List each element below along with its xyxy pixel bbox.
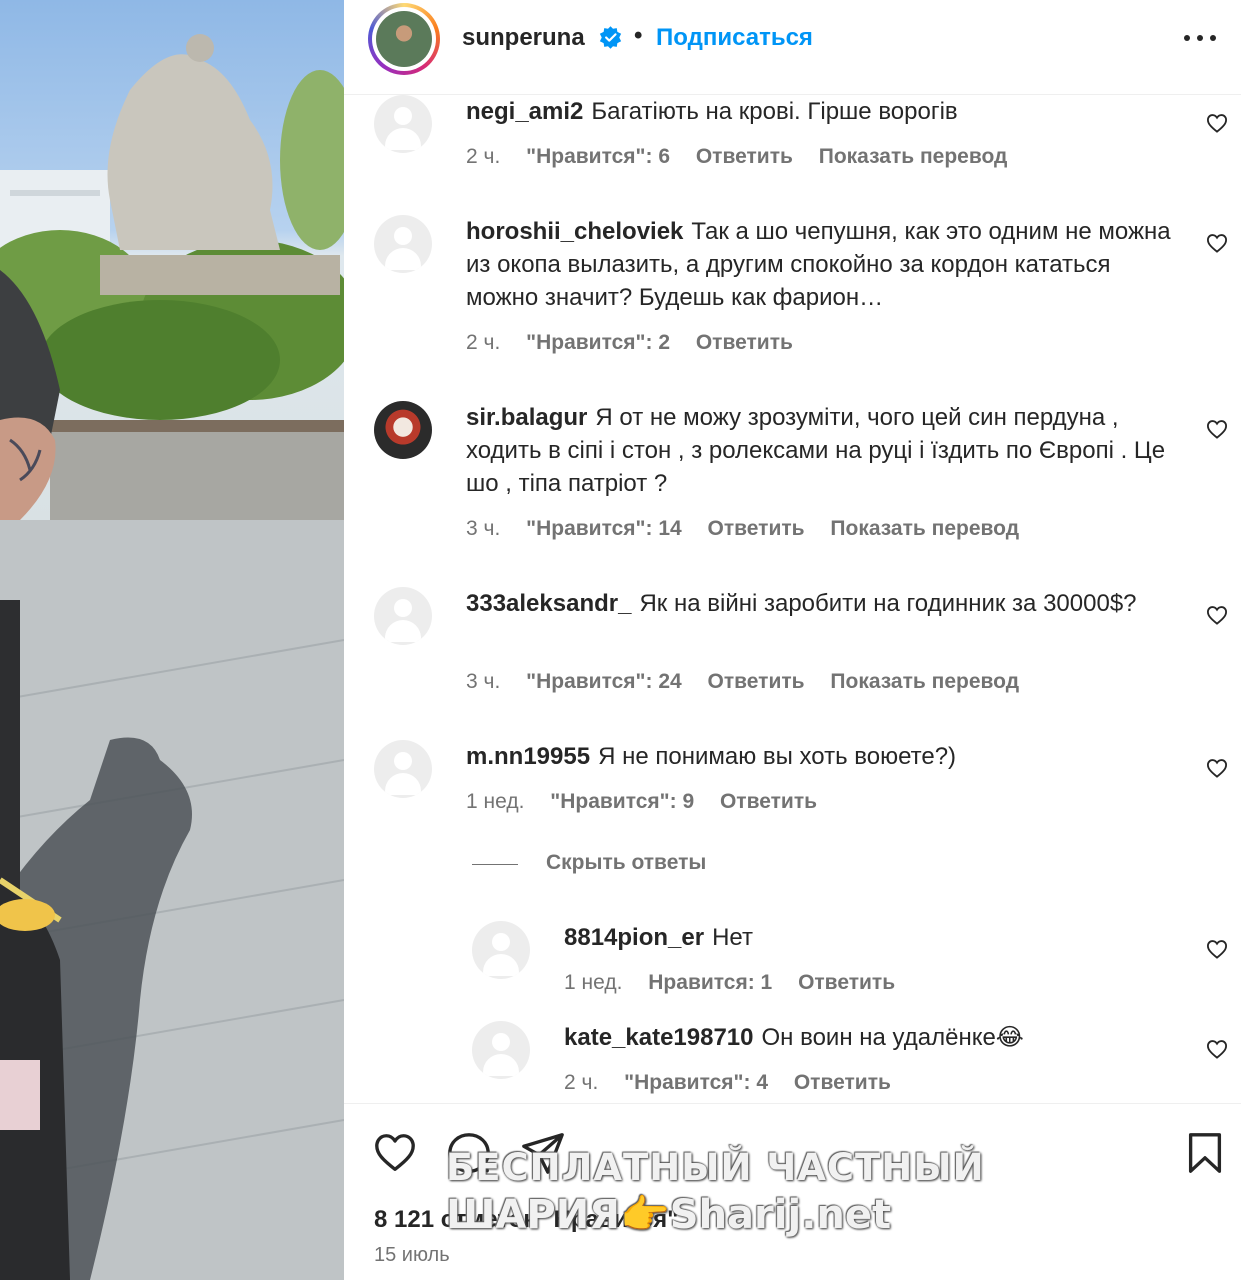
show-translation-button[interactable]: Показать перевод (830, 517, 1019, 540)
heart-icon[interactable] (1206, 419, 1228, 439)
comment-meta: 3 ч. "Нравится": 24 Ответить Показать пе… (466, 670, 1039, 694)
reply-button[interactable]: Ответить (696, 145, 793, 168)
reply-username[interactable]: 8814pion_er (564, 924, 704, 951)
comment-body: Багатіють на крові. Гірше ворогів (591, 98, 958, 125)
reply-body: Он воин на удалёнке😂 (761, 1024, 1024, 1051)
reply-avatar[interactable] (472, 921, 530, 979)
reply-button[interactable]: Ответить (794, 1071, 891, 1094)
more-options-icon[interactable] (1182, 24, 1218, 52)
comment-avatar[interactable] (374, 215, 432, 273)
reply-button[interactable]: Ответить (720, 790, 817, 813)
reply-body: Нет (712, 924, 753, 951)
comment-username[interactable]: negi_ami2 (466, 98, 583, 125)
watermark: БЕСПЛАТНЫЙ ЧАСТНЫЙ ШАРИЯ👉Sharij.net (446, 1146, 985, 1238)
reply-likes[interactable]: Нравится: 1 (648, 971, 772, 994)
post-header: sunperuna • Подписаться (344, 0, 1241, 95)
separator-dot: • (634, 22, 643, 49)
comment-meta: 1 нед. "Нравится": 9 Ответить (466, 790, 837, 814)
heart-icon[interactable] (1206, 233, 1228, 253)
comment-avatar[interactable] (374, 587, 432, 645)
heart-icon[interactable] (1206, 113, 1228, 133)
post-date: 15 июль (374, 1244, 450, 1266)
comment-meta: 2 ч. "Нравится": 6 Ответить Показать пер… (466, 145, 1027, 169)
post-photo (0, 0, 344, 1280)
comment-likes[interactable]: "Нравится": 14 (526, 517, 682, 540)
comment-text: m.nn19955 Я не понимаю вы хоть воюете?) (466, 740, 1186, 773)
comment-likes[interactable]: "Нравится": 9 (550, 790, 694, 813)
reply-username[interactable]: kate_kate198710 (564, 1024, 754, 1051)
reply-button[interactable]: Ответить (708, 517, 805, 540)
watermark-line2: ШАРИЯ👉Sharij.net (446, 1192, 892, 1238)
reply-button[interactable]: Ответить (696, 331, 793, 354)
comment-text: negi_ami2 Багатіють на крові. Гірше ворог… (466, 95, 1186, 128)
verified-badge-icon (599, 26, 622, 49)
comment-avatar[interactable] (374, 95, 432, 153)
comments-list[interactable]: negi_ami2 Багатіють на крові. Гірше ворог… (344, 95, 1241, 1103)
comment-text: horoshii_cheloviek Так а шо чепушня, как … (466, 215, 1186, 314)
comment-time: 2 ч. (466, 145, 501, 168)
comments-panel: sunperuna • Подписаться negi_ami2 Багатію… (344, 0, 1241, 1280)
comment-time: 2 ч. (466, 331, 501, 354)
profile-username[interactable]: sunperuna (462, 24, 585, 52)
reply-text: kate_kate198710 Он воин на удалёнке😂 (564, 1021, 1184, 1054)
comment-body: Я не понимаю вы хоть воюете?) (598, 743, 957, 770)
bookmark-icon[interactable] (1182, 1130, 1228, 1176)
hide-replies-line (472, 864, 518, 865)
heart-icon[interactable] (1206, 1039, 1228, 1059)
heart-icon[interactable] (1206, 758, 1228, 778)
heart-icon[interactable] (1206, 939, 1228, 959)
show-translation-button[interactable]: Показать перевод (830, 670, 1019, 693)
reply-meta: 2 ч. "Нравится": 4 Ответить (564, 1071, 911, 1095)
comment-time: 1 нед. (466, 790, 525, 813)
reply-avatar[interactable] (472, 1021, 530, 1079)
show-translation-button[interactable]: Показать перевод (819, 145, 1008, 168)
reply-time: 2 ч. (564, 1071, 599, 1094)
reply-likes[interactable]: "Нравится": 4 (624, 1071, 768, 1094)
reply-button[interactable]: Ответить (708, 670, 805, 693)
comment-meta: 3 ч. "Нравится": 14 Ответить Показать пе… (466, 517, 1039, 541)
profile-picture (376, 11, 432, 67)
comment-avatar[interactable] (374, 740, 432, 798)
heart-icon[interactable] (1206, 605, 1228, 625)
comment-time: 3 ч. (466, 517, 501, 540)
hide-replies-label[interactable]: Скрыть ответы (546, 851, 706, 875)
comment-text: sir.balagur Я от не можу зрозуміти, чого … (466, 401, 1186, 500)
comment-text: 333aleksandr_ Як на війні заробити на год… (466, 587, 1186, 620)
comment-time: 3 ч. (466, 670, 501, 693)
profile-avatar[interactable] (368, 3, 440, 75)
comment-username[interactable]: sir.balagur (466, 404, 587, 431)
comment-username[interactable]: horoshii_cheloviek (466, 218, 683, 245)
watermark-line1: БЕСПЛАТНЫЙ ЧАСТНЫЙ (446, 1146, 985, 1189)
comment-body: Як на війні заробити на годинник за 3000… (639, 590, 1137, 617)
comment-likes[interactable]: "Нравится": 2 (526, 331, 670, 354)
reply-meta: 1 нед. Нравится: 1 Ответить (564, 971, 915, 995)
comment-username[interactable]: m.nn19955 (466, 743, 590, 770)
comment-meta: 2 ч. "Нравится": 2 Ответить (466, 331, 813, 355)
reply-button[interactable]: Ответить (798, 971, 895, 994)
comment-username[interactable]: 333aleksandr_ (466, 590, 631, 617)
post-photo-drawing (0, 34, 344, 1280)
comment-likes[interactable]: "Нравится": 24 (526, 670, 682, 693)
follow-button[interactable]: Подписаться (656, 24, 813, 52)
reply-text: 8814pion_er Нет (564, 921, 1184, 954)
heart-icon[interactable] (372, 1130, 418, 1176)
reply-time: 1 нед. (564, 971, 623, 994)
comment-avatar[interactable] (374, 401, 432, 459)
comment-likes[interactable]: "Нравится": 6 (526, 145, 670, 168)
